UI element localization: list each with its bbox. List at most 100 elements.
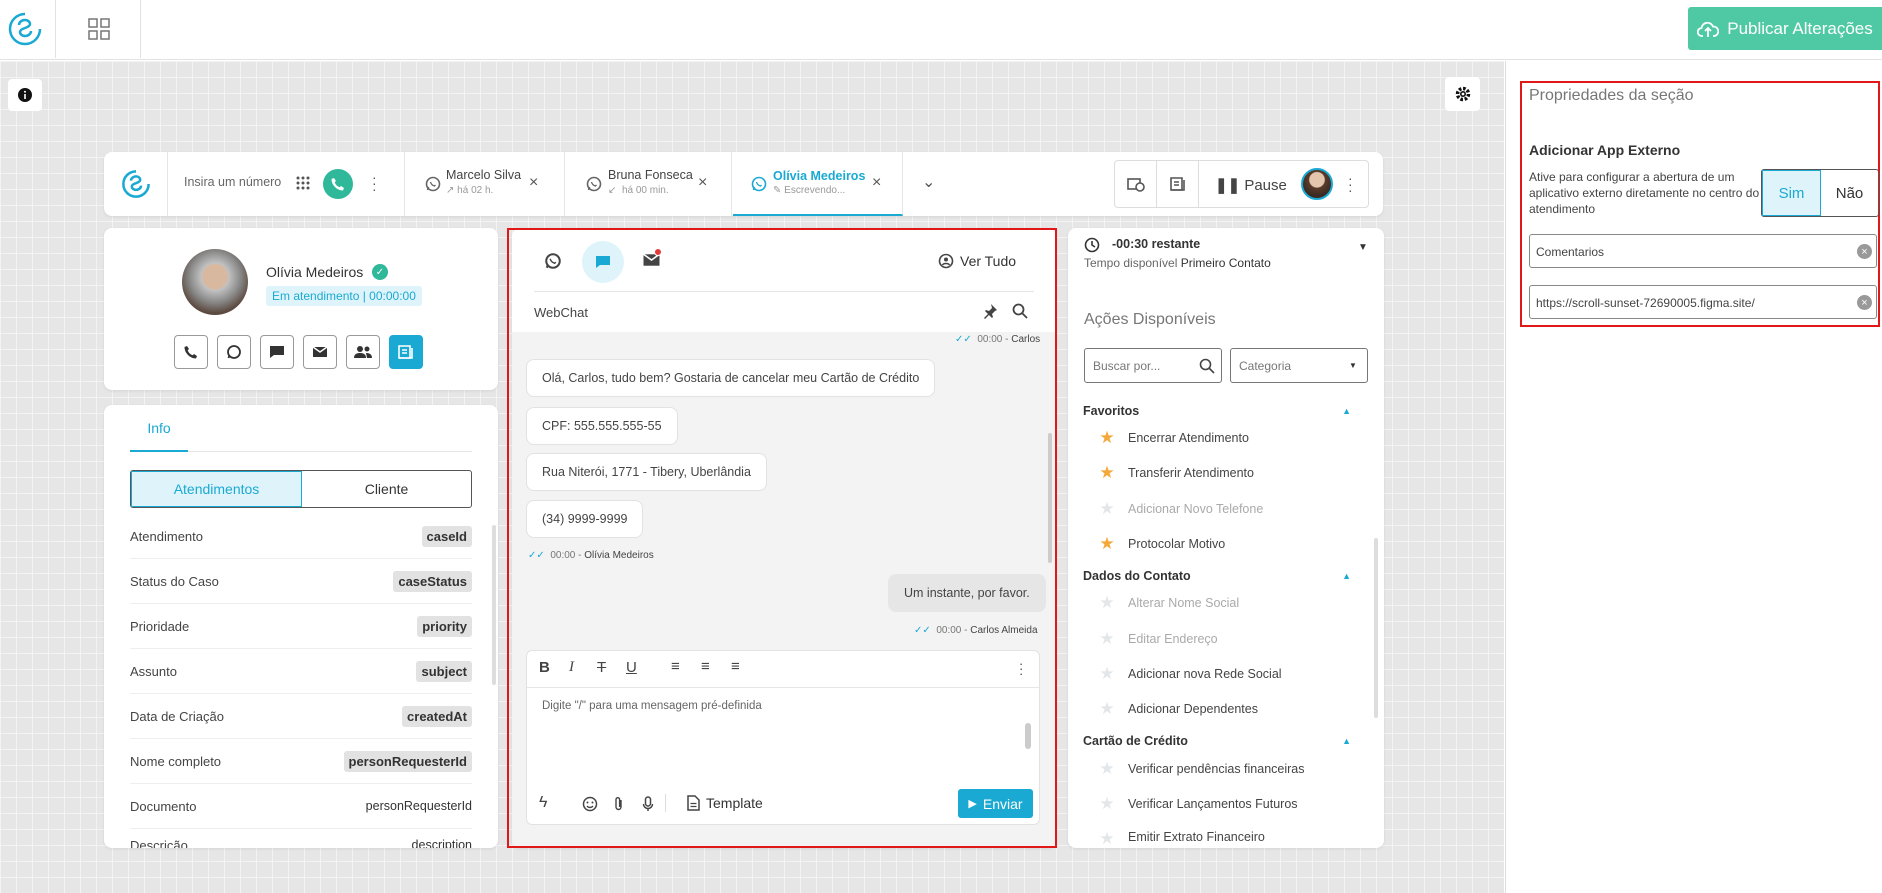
info-row: Assunto subject: [130, 649, 472, 694]
chat-channel-button[interactable]: [582, 241, 624, 283]
action-item[interactable]: ★ Alterar Nome Social: [1098, 586, 1239, 620]
action-item[interactable]: ★ Protocolar Motivo: [1098, 527, 1225, 561]
call-button[interactable]: [323, 169, 353, 199]
actions-search[interactable]: Buscar por...: [1084, 348, 1222, 383]
section-dados-contato[interactable]: Dados do Contato ▲: [1083, 569, 1351, 583]
whatsapp-icon: [586, 176, 602, 192]
tab-info[interactable]: Info: [130, 405, 188, 452]
action-item[interactable]: ★ Adicionar Novo Telefone: [1098, 492, 1263, 526]
strikethrough-icon[interactable]: T: [597, 659, 606, 676]
contacts-button[interactable]: [346, 335, 380, 369]
more-icon[interactable]: · · ·: [1348, 171, 1353, 197]
url-field[interactable]: https://scroll-sunset-72690005.figma.sit…: [1529, 285, 1877, 319]
align-center-icon[interactable]: ≡: [701, 658, 710, 675]
star-icon: ★: [1099, 499, 1115, 518]
close-icon[interactable]: ×: [698, 174, 707, 192]
apps-grid-button[interactable]: [57, 0, 141, 58]
bold-icon[interactable]: B: [539, 659, 550, 676]
send-button[interactable]: ▶ Enviar: [958, 789, 1033, 818]
align-right-icon[interactable]: ≡: [731, 658, 740, 675]
action-item[interactable]: ★ Encerrar Atendimento: [1098, 421, 1249, 455]
toggle-atendimentos[interactable]: Atendimentos: [131, 471, 302, 507]
logo-icon: [8, 12, 42, 46]
search-icon[interactable]: [1012, 303, 1028, 319]
template-button[interactable]: Template: [687, 795, 763, 811]
tab-olivia[interactable]: Olívia Medeiros ✎ Escrevendo... ×: [733, 152, 903, 216]
tab-name: Bruna Fonseca: [608, 168, 693, 182]
align-left-icon[interactable]: ≡: [671, 658, 680, 675]
transfer-icon: [1126, 178, 1145, 192]
action-item[interactable]: ★ Verificar pendências financeiras: [1098, 752, 1304, 786]
scrollbar[interactable]: [1025, 723, 1031, 749]
notes-button[interactable]: [389, 335, 423, 369]
section-cartao-credito[interactable]: Cartão de Crédito ▲: [1083, 734, 1351, 748]
transfer-button[interactable]: [1115, 161, 1157, 207]
section-favoritos[interactable]: Favoritos ▲: [1083, 404, 1351, 418]
whatsapp-button[interactable]: [217, 335, 251, 369]
clear-icon[interactable]: ×: [1857, 295, 1872, 310]
tab-time: ↗ há 02 h.: [446, 185, 494, 196]
notes-button[interactable]: [1157, 161, 1199, 207]
microphone-icon[interactable]: [642, 796, 654, 812]
dialer-more-icon[interactable]: · · ·: [372, 170, 377, 196]
scrollbar[interactable]: [1048, 433, 1052, 563]
actions-title: Ações Disponíveis: [1084, 311, 1216, 328]
conversation-header: Insira um número · · · Marcelo Silva ↗ há …: [104, 152, 1383, 216]
ver-tudo-button[interactable]: Ver Tudo: [938, 253, 1016, 269]
star-icon: ★: [1099, 629, 1115, 648]
underline-icon[interactable]: U: [626, 659, 637, 676]
message-input[interactable]: Digite "/" para uma mensagem pré-definid…: [542, 700, 762, 712]
settings-button[interactable]: [1445, 77, 1480, 111]
chevron-down-icon[interactable]: ⌄: [922, 172, 935, 192]
toggle-sim[interactable]: Sim: [1762, 170, 1821, 216]
comments-field[interactable]: Comentarios ×: [1529, 234, 1877, 268]
caret-down-icon: ▼: [1349, 361, 1357, 370]
client-message: (34) 9999-9999: [526, 500, 644, 538]
grid-icon: [87, 18, 110, 40]
history-icon: [938, 253, 954, 269]
star-icon: ★: [1099, 534, 1115, 553]
pin-icon[interactable]: [982, 303, 998, 319]
action-item[interactable]: ★ Editar Endereço: [1098, 622, 1217, 656]
action-item[interactable]: ★ Transferir Atendimento: [1098, 456, 1254, 490]
attachment-icon[interactable]: [613, 796, 625, 812]
italic-icon[interactable]: I: [569, 659, 574, 676]
action-item[interactable]: ★ Verificar Lançamentos Futuros: [1098, 787, 1297, 821]
close-icon[interactable]: ×: [529, 174, 538, 192]
email-channel-button[interactable]: [642, 248, 662, 271]
info-button[interactable]: [8, 79, 42, 111]
action-item[interactable]: ★ Adicionar nova Rede Social: [1098, 657, 1281, 691]
message-meta: ✓✓ 00:00 - Carlos: [955, 334, 1041, 345]
emoji-icon[interactable]: [582, 796, 598, 812]
toggle-nao[interactable]: Não: [1821, 170, 1878, 216]
publish-button[interactable]: Publicar Alterações: [1688, 7, 1882, 50]
quick-reply-icon[interactable]: ϟ: [539, 794, 547, 812]
whatsapp-icon[interactable]: [544, 252, 562, 270]
chevron-down-icon[interactable]: ▼: [1358, 242, 1368, 253]
agent-avatar[interactable]: [1301, 168, 1333, 200]
dialer-input[interactable]: Insira um número: [184, 175, 281, 189]
dialpad-icon[interactable]: [296, 176, 310, 192]
email-button[interactable]: [303, 335, 337, 369]
toggle-cliente[interactable]: Cliente: [302, 471, 471, 507]
tab-marcelo[interactable]: Marcelo Silva ↗ há 02 h. ×: [405, 152, 565, 216]
scrollbar[interactable]: [1374, 538, 1378, 718]
message-meta: ✓✓ 00:00 - Carlos Almeida: [914, 625, 1038, 636]
category-select[interactable]: Categoria ▼: [1230, 348, 1368, 383]
action-item[interactable]: ★ Adicionar Dependentes: [1098, 692, 1258, 726]
search-icon: [1199, 358, 1215, 374]
clear-icon[interactable]: ×: [1857, 244, 1872, 259]
close-icon[interactable]: ×: [872, 174, 881, 192]
book-icon: [1169, 177, 1185, 191]
action-item[interactable]: ★ Emitir Extrato Financeiro: [1098, 822, 1264, 848]
chat-button[interactable]: [260, 335, 294, 369]
more-icon[interactable]: · · ·: [1019, 657, 1023, 680]
pause-button[interactable]: ❚❚ Pause: [1215, 176, 1287, 194]
call-button[interactable]: [174, 335, 208, 369]
app-logo[interactable]: [0, 0, 56, 58]
tab-bruna[interactable]: Bruna Fonseca ↙ há 00 min. ×: [566, 152, 732, 216]
verified-icon: ✓: [372, 264, 388, 280]
book-icon: [398, 345, 413, 359]
message-composer: B I T U ≡ ≡ ≡ · · · Digite "/" para uma me…: [526, 650, 1040, 825]
scrollbar[interactable]: [492, 525, 496, 685]
